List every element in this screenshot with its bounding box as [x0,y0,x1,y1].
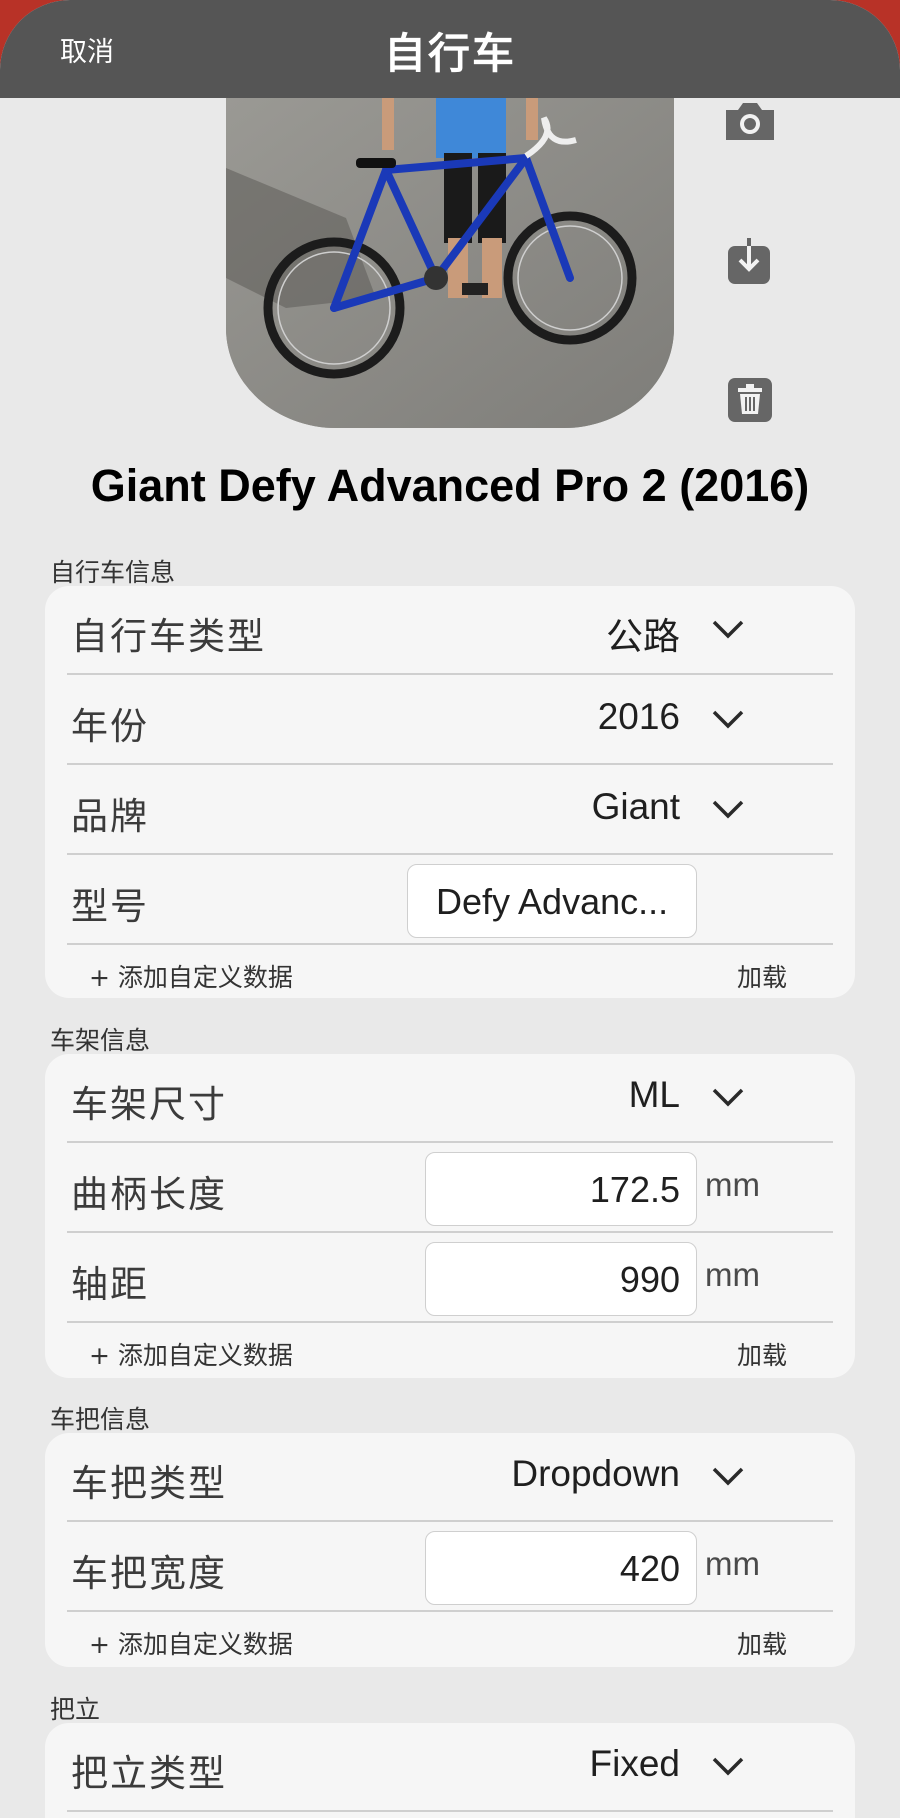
wheelbase-row: 轴距 990 mm [45,1234,855,1324]
bike-type-value: 公路 [606,616,680,657]
unit-label: mm [705,1166,760,1203]
navigation-bar: 取消 自行车 [0,0,900,98]
stem-type-label: 把立类型 [71,1752,227,1795]
chevron-down-icon[interactable] [708,614,748,644]
section-header-handlebar-info: 车把信息 [50,1405,151,1434]
unit-label: mm [705,1256,760,1293]
chevron-down-icon[interactable] [708,1751,748,1781]
divider [67,1810,833,1812]
camera-icon[interactable] [720,92,780,152]
crank-length-row: 曲柄长度 172.5 mm [45,1144,855,1234]
load-button[interactable]: 加载 [737,958,787,994]
handlebar-info-actions: + 添加自定义数据 加载 [45,1613,855,1667]
load-button[interactable]: 加载 [737,1625,787,1661]
frame-size-label: 车架尺寸 [71,1083,227,1126]
year-value: 2016 [597,696,680,737]
chevron-down-icon[interactable] [708,1461,748,1491]
frame-size-row[interactable]: 车架尺寸 ML [45,1054,855,1144]
download-icon[interactable] [720,232,780,292]
wheelbase-field[interactable]: 990 [425,1242,697,1316]
unit-label: mm [705,1545,760,1582]
brand-label: 品牌 [71,795,149,838]
section-header-stem: 把立 [50,1695,101,1724]
handlebar-width-label: 车把宽度 [71,1552,227,1595]
crank-length-field[interactable]: 172.5 [425,1152,697,1226]
frame-info-card: 车架尺寸 ML 曲柄长度 172.5 mm 轴距 990 mm + 添加自定义数… [45,1054,855,1378]
bike-name-title: Giant Defy Advanced Pro 2 (2016) [90,460,810,511]
divider [67,1321,833,1323]
divider [67,1141,833,1143]
bike-photo[interactable] [226,98,674,428]
page-title: 自行车 [383,29,516,78]
frame-size-value: ML [628,1074,680,1115]
divider [67,1610,833,1612]
bike-type-row[interactable]: 自行车类型 公路 [45,586,855,676]
brand-value: Giant [591,786,680,827]
bike-info-card: 自行车类型 公路 年份 2016 品牌 Giant 型号 Defy Advanc… [45,586,855,998]
bike-info-actions: + 添加自定义数据 加载 [45,946,855,998]
section-header-bike-info: 自行车信息 [50,558,176,587]
divider [67,763,833,765]
add-custom-data-button[interactable]: + 添加自定义数据 [89,958,293,994]
handlebar-width-field[interactable]: 420 [425,1531,697,1605]
section-header-frame-info: 车架信息 [50,1026,151,1055]
handlebar-width-row: 车把宽度 420 mm [45,1523,855,1613]
divider [67,1520,833,1522]
year-label: 年份 [71,705,149,748]
wheelbase-label: 轴距 [71,1263,149,1306]
chevron-down-icon[interactable] [708,1082,748,1112]
year-row[interactable]: 年份 2016 [45,676,855,766]
divider [67,853,833,855]
trash-icon[interactable] [720,370,780,430]
bike-type-label: 自行车类型 [71,615,266,658]
screen: 取消 自行车 Giant Defy Advanced Pro 2 (2016) … [0,0,900,1818]
stem-info-card: 把立类型 Fixed [45,1723,855,1818]
chevron-down-icon[interactable] [708,794,748,824]
divider [67,673,833,675]
stem-type-value: Fixed [589,1743,680,1784]
add-custom-data-button[interactable]: + 添加自定义数据 [89,1336,293,1372]
model-field[interactable]: Defy Advanc... [407,864,697,938]
brand-row[interactable]: 品牌 Giant [45,766,855,856]
frame-info-actions: + 添加自定义数据 加载 [45,1324,855,1378]
stem-type-row[interactable]: 把立类型 Fixed [45,1723,855,1813]
handlebar-type-value: Dropdown [511,1453,680,1494]
load-button[interactable]: 加载 [737,1336,787,1372]
handlebar-type-label: 车把类型 [71,1462,227,1505]
chevron-down-icon[interactable] [708,704,748,734]
model-label: 型号 [71,885,149,928]
divider [67,943,833,945]
crank-length-label: 曲柄长度 [71,1173,227,1216]
add-custom-data-button[interactable]: + 添加自定义数据 [89,1625,293,1661]
handlebar-info-card: 车把类型 Dropdown 车把宽度 420 mm + 添加自定义数据 加载 [45,1433,855,1667]
handlebar-type-row[interactable]: 车把类型 Dropdown [45,1433,855,1523]
model-row: 型号 Defy Advanc... [45,856,855,946]
divider [67,1231,833,1233]
